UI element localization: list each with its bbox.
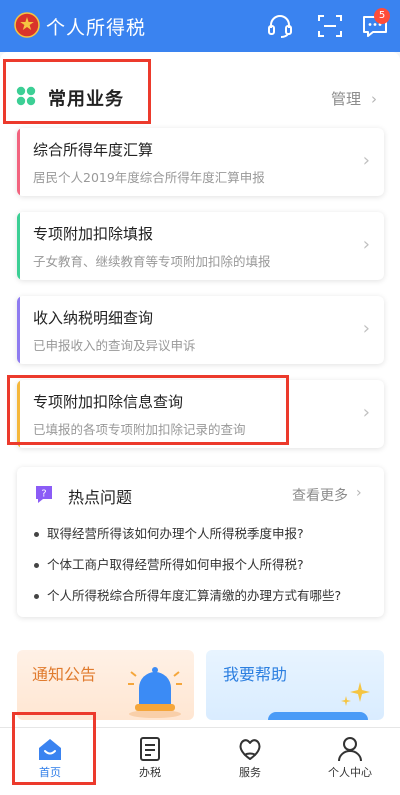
hot-question-item[interactable]: 个人所得税综合所得年度汇算清缴的办理方式有哪些? (34, 585, 341, 604)
message-badge: 5 (374, 8, 390, 24)
service-card-annual-settlement[interactable]: 综合所得年度汇算 居民个人2019年度综合所得年度汇算申报 › (17, 128, 384, 196)
card-subtitle: 已申报收入的查询及异议申诉 (33, 338, 196, 353)
bell-icon (128, 667, 182, 718)
hot-questions-card: ? 热点问题 查看更多 › 取得经营所得该如何办理个人所得税季度申报? 个体工商… (17, 467, 384, 617)
card-stripe (17, 296, 20, 364)
hot-questions-title: 热点问题 (68, 488, 133, 507)
tab-service[interactable]: 服务 (200, 728, 300, 795)
chevron-right-icon: › (362, 402, 370, 423)
customer-service-icon[interactable] (266, 12, 294, 40)
chevron-right-icon: › (362, 150, 370, 171)
card-title: 综合所得年度汇算 (33, 141, 154, 159)
national-emblem-icon (14, 12, 40, 38)
bullet-icon (34, 563, 39, 568)
card-subtitle: 居民个人2019年度综合所得年度汇算申报 (33, 170, 265, 185)
manage-link[interactable]: 管理 (331, 88, 361, 109)
view-more-link[interactable]: 查看更多 (292, 485, 348, 505)
help-illustration (268, 712, 368, 720)
sparkle-icon (341, 682, 370, 706)
service-card-income-detail-query[interactable]: 收入纳税明细查询 已申报收入的查询及异议申诉 › (17, 296, 384, 364)
chevron-right-icon: › (362, 234, 370, 255)
annotation-box-deduction-query (7, 375, 289, 445)
profile-icon (338, 737, 362, 762)
hot-question-text: 个人所得税综合所得年度汇算清缴的办理方式有哪些? (47, 588, 342, 603)
card-title: 收入纳税明细查询 (33, 309, 154, 327)
chevron-right-icon[interactable]: › (356, 485, 362, 501)
notice-label: 通知公告 (32, 665, 97, 684)
annotation-box-common-services (3, 59, 151, 124)
help-label: 我要帮助 (223, 665, 288, 684)
service-card-deduction-filing[interactable]: 专项附加扣除填报 子女教育、继续教育等专项附加扣除的填报 › (17, 212, 384, 280)
hot-question-item[interactable]: 取得经营所得该如何办理个人所得税季度申报? (34, 523, 304, 542)
app-title: 个人所得税 (46, 17, 147, 39)
tab-profile[interactable]: 个人中心 (300, 728, 400, 795)
card-stripe (17, 128, 20, 196)
card-subtitle: 子女教育、继续教育等专项附加扣除的填报 (33, 254, 271, 269)
svg-text:?: ? (41, 489, 46, 500)
hot-question-item[interactable]: 个体工商户取得经营所得如何申报个人所得税? (34, 554, 304, 573)
question-bubble-icon: ? (36, 486, 52, 503)
bullet-icon (34, 594, 39, 599)
tab-label: 个人中心 (328, 766, 372, 779)
service-heart-icon (239, 739, 261, 760)
hot-question-text: 取得经营所得该如何办理个人所得税季度申报? (47, 526, 304, 541)
scan-icon[interactable] (316, 12, 344, 40)
tab-label: 服务 (239, 766, 261, 779)
tax-form-icon (140, 737, 160, 761)
help-tile[interactable]: 我要帮助 (206, 650, 384, 720)
card-title: 专项附加扣除填报 (33, 225, 154, 243)
tab-label: 办税 (139, 766, 161, 779)
hot-question-text: 个体工商户取得经营所得如何申报个人所得税? (47, 557, 304, 572)
chevron-right-icon[interactable]: › (371, 90, 377, 108)
chevron-right-icon: › (362, 318, 370, 339)
notice-tile[interactable]: 通知公告 (17, 650, 194, 720)
app-header: 个人所得税 5 (0, 0, 400, 52)
annotation-box-home-tab (12, 712, 96, 785)
bullet-icon (34, 532, 39, 537)
card-stripe (17, 212, 20, 280)
tab-tax[interactable]: 办税 (100, 728, 200, 795)
